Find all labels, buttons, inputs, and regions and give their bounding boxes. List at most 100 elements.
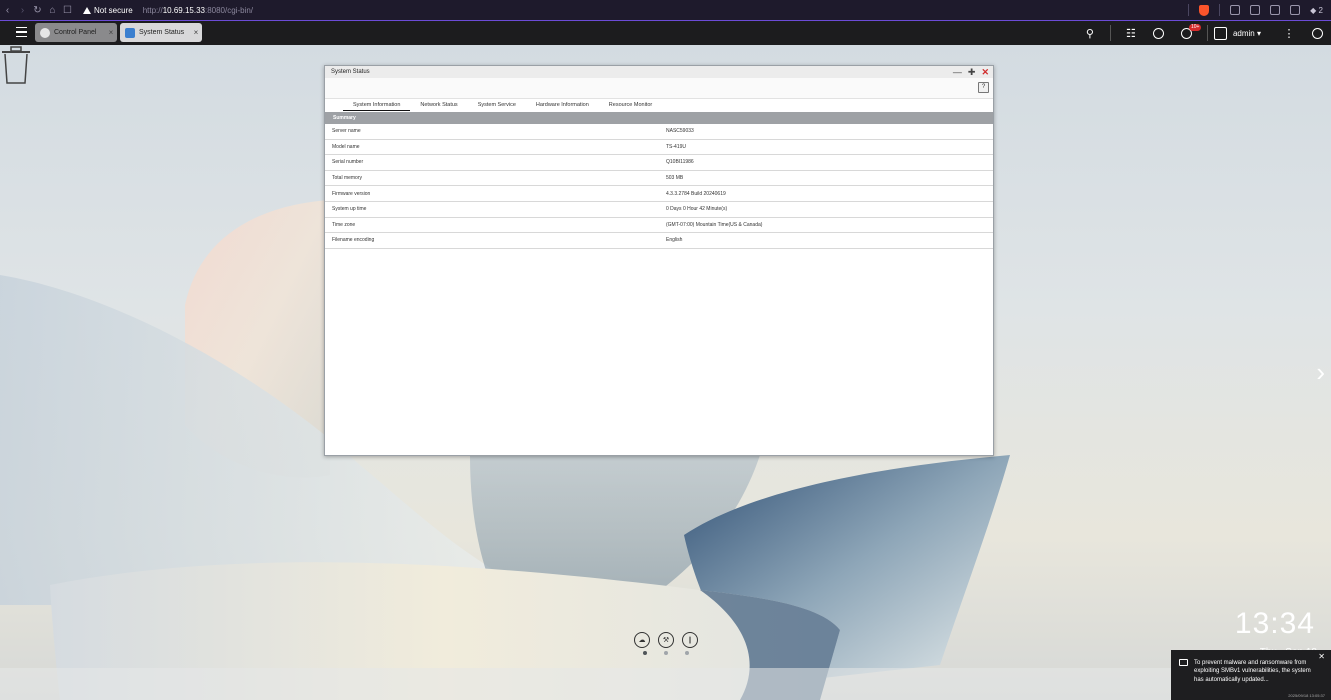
row-key: Serial number (332, 159, 364, 166)
sidebar-icon[interactable] (1270, 5, 1281, 15)
table-row: System up time 0 Days 0 Hour 42 Minute(s) (325, 202, 993, 218)
close-icon[interactable]: ✕ (1318, 652, 1325, 661)
row-key: Model name (332, 143, 360, 150)
trash-icon[interactable] (0, 45, 32, 85)
search-icon[interactable]: ⚲ (1076, 21, 1104, 45)
close-icon[interactable]: × (190, 28, 202, 37)
downloads-icon[interactable] (1250, 5, 1261, 15)
more-options-icon[interactable]: ⋮ (1275, 21, 1303, 45)
security-indicator[interactable]: Not secure (83, 6, 133, 15)
row-key: Total memory (332, 175, 363, 182)
row-value: 503 MB (666, 175, 684, 182)
back-icon[interactable]: ‹ (0, 0, 15, 20)
tab-label: System Status (139, 29, 185, 36)
window-title: System Status (331, 69, 370, 75)
extensions-icon[interactable] (1230, 5, 1241, 15)
tab-system-service[interactable]: System Service (468, 99, 526, 112)
row-value: 4.3.3.2784 Build 20240619 (666, 190, 726, 197)
divider (1188, 4, 1190, 16)
url-scheme: http:// (142, 5, 163, 15)
window-toolbar: ? (325, 78, 993, 99)
background-tasks-icon[interactable]: ☷ (1117, 21, 1145, 45)
row-key: Filename encoding (332, 237, 375, 244)
close-icon[interactable]: × (105, 28, 117, 37)
table-row: Filename encoding English (325, 233, 993, 249)
row-key: Time zone (332, 221, 356, 228)
tab-control-panel[interactable]: Control Panel × (35, 23, 117, 42)
tab-system-status[interactable]: System Status × (120, 23, 202, 42)
desktop-clock: 13:34 (1234, 607, 1315, 640)
forward-icon[interactable]: › (15, 0, 30, 20)
notification-timestamp: 2025/09/18 13:05:37 (1288, 693, 1325, 698)
tab-network-status[interactable]: Network Status (410, 99, 467, 112)
window-controls: — ✚ ✕ (953, 66, 989, 78)
bookmark-icon[interactable]: ☐ (60, 0, 75, 20)
divider (1219, 4, 1221, 16)
url-path: :8080/cgi-bin/ (204, 5, 253, 15)
event-notifications-icon[interactable]: 10+ (1173, 21, 1202, 45)
tools-app-icon[interactable]: ⚒ (658, 632, 674, 648)
row-value: NASC59033 (666, 128, 694, 135)
system-status-window: System Status — ✚ ✕ ? System Information… (324, 65, 994, 456)
profile-switcher[interactable]: ◆ 2 (1310, 6, 1323, 15)
table-row: Time zone (GMT-07:00) Mountain Time(US & … (325, 218, 993, 234)
row-key: Server name (332, 128, 361, 135)
divider (1206, 25, 1208, 41)
wallet-icon[interactable] (1290, 5, 1301, 15)
storage-app-icon[interactable]: ∥ (682, 632, 698, 648)
username-dropdown[interactable]: admin ▾ (1233, 29, 1261, 38)
row-value: English (666, 237, 683, 244)
address-bar[interactable]: http://10.69.15.33:8080/cgi-bin/ (143, 6, 253, 15)
dock-background (0, 668, 1331, 700)
page-indicator (643, 651, 689, 655)
notification-toast[interactable]: To prevent malware and ransomware from e… (1171, 650, 1331, 700)
page-dot[interactable] (664, 651, 668, 655)
dashboard-icon[interactable] (1303, 21, 1331, 45)
tab-bar: System Information Network Status System… (325, 99, 993, 112)
row-value: 0 Days 0 Hour 42 Minute(s) (666, 206, 728, 213)
notification-badge: 10+ (1188, 24, 1202, 31)
user-avatar-icon[interactable] (1213, 26, 1227, 40)
table-row: Serial number Q10BI11986 (325, 155, 993, 171)
table-row: Model name TS-419U (325, 140, 993, 156)
qts-topbar: Control Panel × System Status × ⚲ ☷ 10+ … (0, 21, 1331, 45)
sync-icon[interactable] (1145, 21, 1173, 45)
tab-resource-monitor[interactable]: Resource Monitor (599, 99, 662, 112)
url-host: 10.69.15.33 (162, 5, 205, 15)
row-key: System up time (332, 206, 367, 213)
divider (1109, 25, 1111, 41)
qts-actions: ⚲ ☷ 10+ admin ▾ ⋮ (1076, 21, 1331, 45)
table-row: Server name NASC59033 (325, 124, 993, 140)
dock: ☁ ⚒ ∥ (634, 632, 698, 648)
brave-shields-icon[interactable] (1199, 4, 1210, 16)
browser-actions: ◆ 2 (1188, 0, 1331, 20)
tab-system-information[interactable]: System Information (343, 99, 411, 112)
row-value: TS-419U (666, 143, 687, 150)
maximize-icon[interactable]: ✚ (968, 66, 976, 78)
username: admin (1232, 28, 1255, 38)
profile-count: 2 (1318, 5, 1323, 15)
info-table: Server name NASC59033 Model name TS-419U S… (325, 124, 993, 249)
message-icon (1179, 659, 1188, 666)
warning-icon (83, 6, 91, 14)
close-window-icon[interactable]: ✕ (981, 66, 989, 78)
hamburger-menu-icon[interactable] (16, 27, 27, 37)
tab-hardware-information[interactable]: Hardware Information (526, 99, 599, 112)
tab-label: Control Panel (54, 29, 97, 36)
minimize-icon[interactable]: — (953, 66, 962, 78)
cloud-app-icon[interactable]: ☁ (634, 632, 650, 648)
notification-message: To prevent malware and ransomware from e… (1194, 660, 1311, 683)
browser-toolbar: ‹ › ↻ ⌂ ☐ Not secure http://10.69.15.33:… (0, 0, 1331, 20)
page-dot[interactable] (685, 651, 689, 655)
next-page-arrow-icon[interactable]: › (1316, 357, 1325, 388)
security-label: Not secure (94, 5, 133, 15)
row-value: (GMT-07:00) Mountain Time(US & Canada) (666, 221, 763, 228)
table-row: Firmware version 4.3.3.2784 Build 2024061… (325, 186, 993, 202)
help-button[interactable]: ? (978, 82, 989, 93)
window-titlebar[interactable]: System Status — ✚ ✕ (325, 66, 993, 78)
summary-header: Summary (325, 112, 993, 124)
home-icon[interactable]: ⌂ (45, 0, 60, 20)
row-value: Q10BI11986 (666, 159, 694, 166)
page-dot[interactable] (643, 651, 647, 655)
reload-icon[interactable]: ↻ (30, 0, 45, 20)
